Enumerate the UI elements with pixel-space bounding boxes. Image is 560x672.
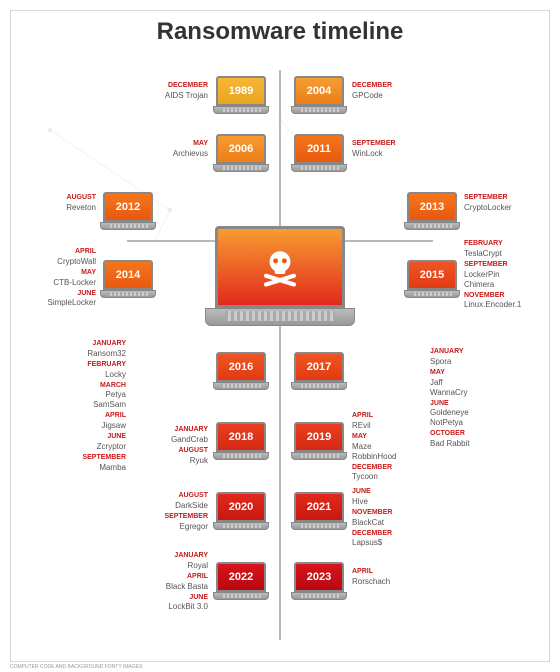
events-2021: JUNEHive NOVEMBERBlackCat DECEMBERLapsus… [352, 486, 432, 548]
laptop-2004: 2004 [291, 76, 347, 118]
skull-crossbones-icon [259, 246, 301, 288]
laptop-2006: 2006 [213, 134, 269, 176]
laptop-1989: 1989 [213, 76, 269, 118]
laptop-2014: 2014 [100, 260, 156, 302]
laptop-2022: 2022 [213, 562, 269, 604]
events-2018: JANUARYGandCrab AUGUSTRyuk [138, 424, 208, 466]
timeline-canvas: 1989 DECEMBERAIDS Trojan 2004 DECEMBERGP… [0, 50, 560, 650]
laptop-2018: 2018 [213, 422, 269, 464]
events-2013: SEPTEMBERCryptoLocker [464, 192, 544, 213]
events-2016: JANUARYRansom32 FEBRUARYLocky MARCHPetya… [56, 338, 126, 473]
events-2004: DECEMBERGPCode [352, 80, 422, 101]
laptop-2023: 2023 [291, 562, 347, 604]
events-2006: MAYArchievus [138, 138, 208, 159]
events-1989: DECEMBERAIDS Trojan [138, 80, 208, 101]
events-2015: FEBRUARYTeslaCrypt SEPTEMBERLockerPin Ch… [464, 238, 550, 310]
timeline-axis [279, 70, 281, 640]
events-2023: APRILRorschach [352, 566, 432, 587]
footer-credit: COMPUTER CODE AND BACKGROUND FONTY IMAGE… [10, 664, 142, 670]
laptop-2016: 2016 [213, 352, 269, 394]
laptop-2020: 2020 [213, 492, 269, 534]
events-2017: JANUARYSpora MAYJaff WannaCry JUNEGolden… [430, 346, 520, 449]
events-2012: AUGUSTReveton [28, 192, 96, 213]
laptop-2021: 2021 [291, 492, 347, 534]
events-2014: APRILCryptoWall MAYCTB-Locker JUNESimple… [18, 246, 96, 308]
laptop-2012: 2012 [100, 192, 156, 234]
events-2020: AUGUSTDarkSide SEPTEMBEREgregor [138, 490, 208, 532]
laptop-2011: 2011 [291, 134, 347, 176]
center-laptop-icon [205, 226, 355, 336]
events-2022: JANUARYRoyal APRILBlack Basta JUNELockBi… [138, 550, 208, 612]
laptop-2017: 2017 [291, 352, 347, 394]
laptop-2015: 2015 [404, 260, 460, 302]
laptop-2013: 2013 [404, 192, 460, 234]
events-2019: APRILREvil MAYMaze RobbinHood DECEMBERTy… [352, 410, 432, 482]
events-2011: SEPTEMBERWinLock [352, 138, 422, 159]
laptop-2019: 2019 [291, 422, 347, 464]
